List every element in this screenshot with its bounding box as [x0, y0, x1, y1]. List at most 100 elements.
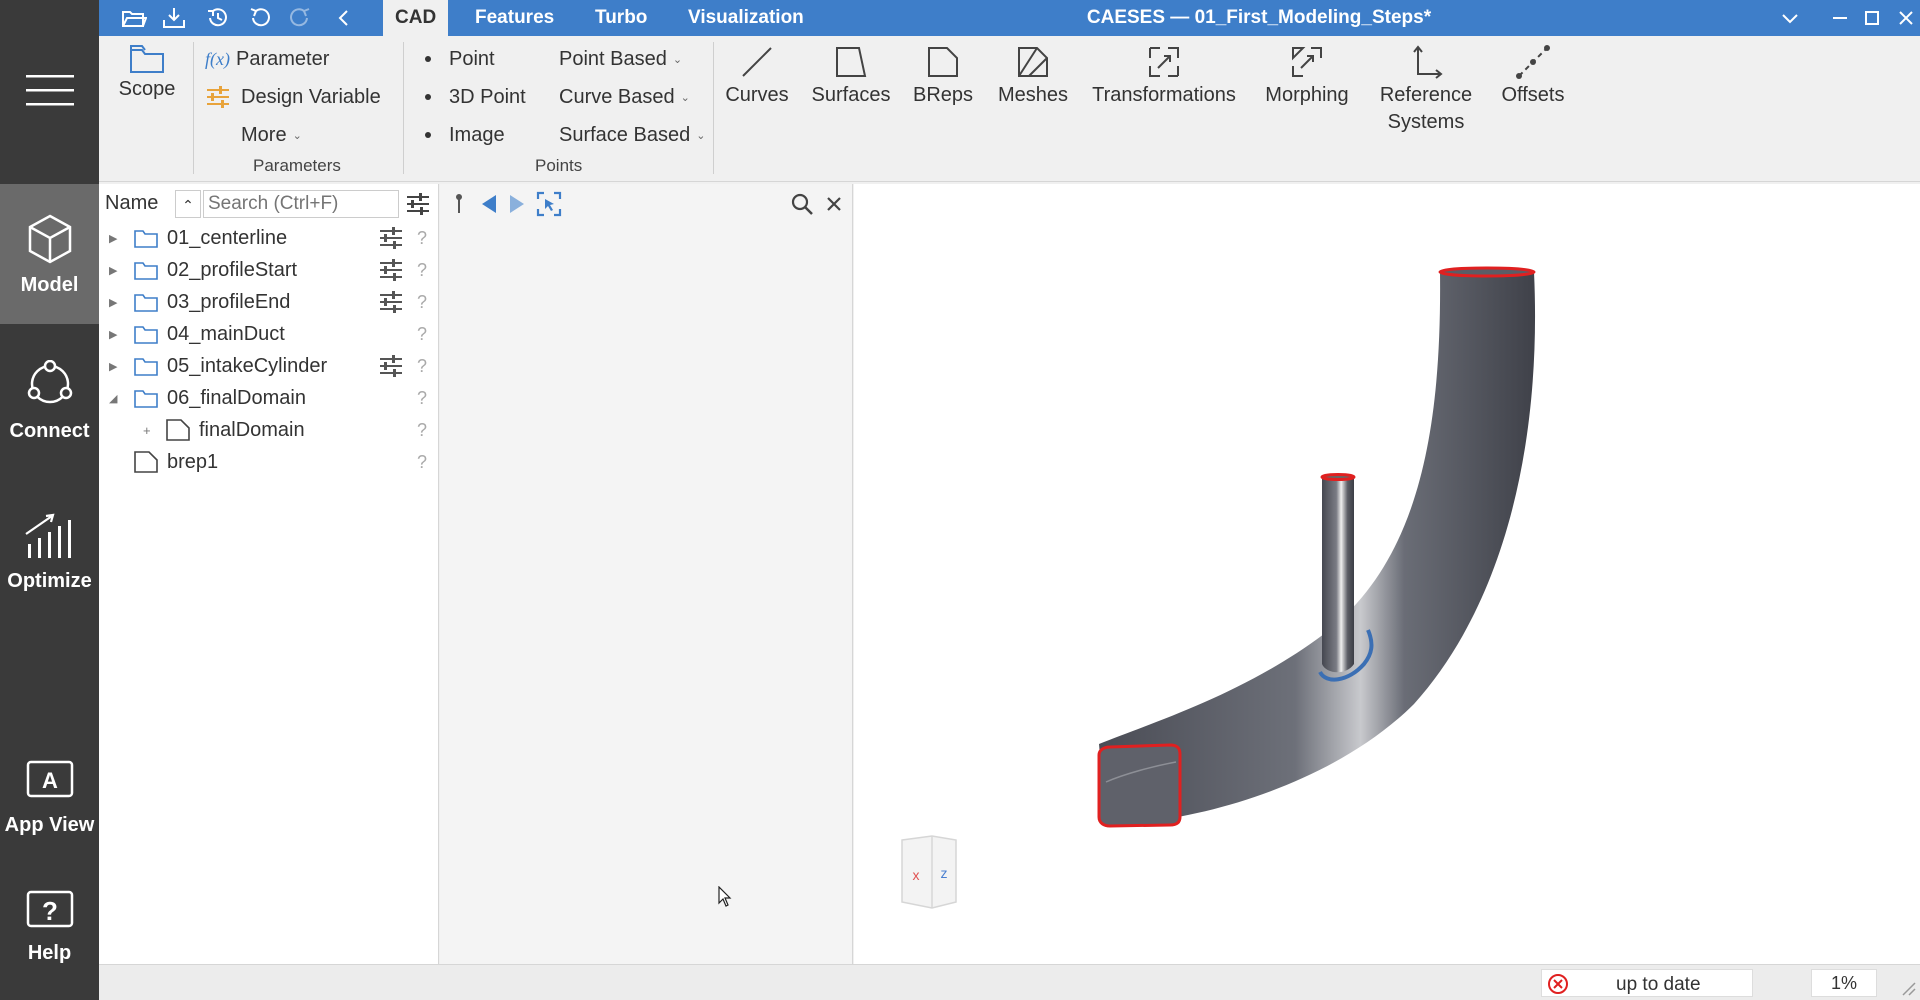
folder-icon [134, 230, 158, 248]
dropdown-chevron-icon[interactable] [1778, 6, 1802, 30]
close-icon[interactable] [824, 194, 844, 214]
folder-icon [134, 390, 158, 408]
minimize-icon[interactable] [1828, 6, 1852, 30]
progress-indicator: 1% [1811, 969, 1877, 997]
tree-row[interactable]: ▶ 02_profileStart ? [99, 254, 439, 286]
orientation-cube-icon[interactable]: x z [898, 834, 958, 912]
sliders-icon [380, 291, 402, 313]
back-chevron-icon[interactable] [331, 6, 357, 30]
parameter-button[interactable]: f(x) Parameter [205, 44, 329, 74]
transform-icon [1149, 47, 1179, 77]
save-icon[interactable] [161, 6, 187, 30]
help-mark: ? [417, 451, 428, 472]
help-mark: ? [417, 323, 428, 344]
design-variable-button[interactable]: Design Variable [205, 82, 381, 112]
morphing-button[interactable]: Morphing [1257, 44, 1357, 109]
sidebar-item-optimize[interactable]: Optimize [0, 510, 99, 610]
redo-icon[interactable] [287, 6, 313, 30]
surface-icon [836, 47, 867, 77]
scope-button[interactable]: Scope [119, 44, 175, 103]
tree-row[interactable]: ▶ 05_intakeCylinder ? [99, 350, 439, 382]
sort-button[interactable]: ⌃ [175, 190, 201, 218]
tree-row[interactable]: brep1 ? [99, 446, 439, 478]
expand-arrow-icon[interactable]: ▶ [109, 264, 117, 277]
transformations-button[interactable]: Transformations [1089, 44, 1239, 109]
offsets-button[interactable]: Offsets [1493, 44, 1573, 109]
chevron-down-icon: ⌄ [672, 53, 683, 66]
meshes-button[interactable]: Meshes [993, 44, 1073, 109]
pin-icon[interactable] [450, 192, 468, 216]
point-button[interactable]: Point [425, 44, 495, 74]
tree-row[interactable]: ▶ 01_centerline ? [99, 222, 439, 254]
expand-arrow-icon[interactable]: ▶ [109, 232, 117, 245]
search-input[interactable] [203, 190, 399, 218]
tree-row-label: brep1 [167, 450, 219, 473]
help-mark: ? [417, 355, 428, 376]
fx-icon: f(x) [205, 48, 230, 69]
tree-row[interactable]: ◢ 06_finalDomain ? [99, 382, 439, 414]
tab-visualization[interactable]: Visualization [676, 0, 816, 36]
help-mark: ? [417, 387, 428, 408]
menu-button[interactable] [0, 40, 99, 140]
resize-grip-icon[interactable] [1899, 979, 1917, 997]
breps-button[interactable]: BReps [911, 44, 975, 109]
sidebar-item-help[interactable]: ? Help [0, 890, 99, 990]
object-tree-panel: Name ⌃ ▶ 01_centerline ? ▶ 02_profileSta… [99, 184, 439, 964]
sidebar-item-label: Model [20, 274, 79, 296]
expand-arrow-icon[interactable]: ▶ [109, 360, 117, 373]
point-based-dropdown[interactable]: Point Based ⌄ [559, 44, 682, 74]
back-arrow-icon[interactable] [478, 192, 500, 216]
select-target-icon[interactable] [536, 191, 562, 217]
surfaces-button[interactable]: Surfaces [809, 44, 893, 109]
3d-viewport[interactable]: x z [854, 184, 1920, 964]
tree-row[interactable]: + finalDomain ? [99, 414, 439, 446]
open-folder-icon[interactable] [121, 6, 147, 30]
sidebar-item-app-view[interactable]: A App View [0, 760, 99, 860]
mouse-cursor-icon [718, 886, 732, 907]
3d-point-button[interactable]: 3D Point [425, 82, 526, 112]
close-window-icon[interactable] [1894, 6, 1918, 30]
tree-row[interactable]: ▶ 03_profileEnd ? [99, 286, 439, 318]
search-icon[interactable] [790, 192, 814, 216]
collapse-arrow-icon[interactable]: ◢ [109, 392, 117, 405]
more-dropdown[interactable]: More ⌄ [241, 120, 302, 150]
maximize-icon[interactable] [1860, 6, 1884, 30]
connect-icon [27, 360, 72, 404]
point-label: Point [449, 47, 495, 70]
curve-line-icon [742, 47, 772, 77]
duct-model[interactable] [854, 184, 1920, 964]
image-button[interactable]: Image [425, 120, 505, 150]
intake-cylinder-surface[interactable] [1322, 477, 1354, 673]
sidebar-item-connect[interactable]: Connect [0, 360, 99, 460]
expand-arrow-icon[interactable]: ▶ [109, 296, 117, 309]
expand-arrow-icon[interactable]: ▶ [109, 328, 117, 341]
chevron-down-icon: ⌄ [680, 91, 690, 104]
name-column-header[interactable]: Name [105, 192, 158, 215]
tab-turbo[interactable]: Turbo [583, 0, 659, 36]
status-box[interactable]: up to date [1541, 969, 1753, 997]
undo-icon[interactable] [247, 6, 273, 30]
ribbon-separator [403, 42, 404, 174]
tree-row-label: 06_finalDomain [167, 386, 306, 409]
tree-row-label: finalDomain [199, 418, 305, 441]
curves-button[interactable]: Curves [725, 44, 789, 109]
folder-icon [134, 294, 158, 312]
expand-plus-icon[interactable]: + [143, 423, 151, 438]
help-mark: ? [417, 227, 428, 248]
3d-point-label: 3D Point [449, 85, 526, 108]
mesh-icon [1018, 47, 1048, 77]
main-duct-surface[interactable] [1099, 272, 1536, 824]
surface-based-dropdown[interactable]: Surface Based ⌄ [559, 120, 705, 150]
brep-icon [928, 47, 958, 77]
curve-based-dropdown[interactable]: Curve Based ⌄ [559, 82, 690, 112]
reference-systems-button[interactable]: Reference Systems [1371, 44, 1481, 136]
sidebar-item-model[interactable]: Model [0, 184, 99, 324]
forward-arrow-icon[interactable] [506, 192, 528, 216]
sliders-icon [380, 259, 402, 281]
inlet-face [1097, 743, 1182, 828]
history-icon[interactable] [205, 6, 231, 30]
tab-cad[interactable]: CAD [383, 0, 449, 36]
tab-features[interactable]: Features [463, 0, 566, 36]
tree-row[interactable]: ▶ 04_mainDuct ? [99, 318, 439, 350]
filter-sliders-icon[interactable] [405, 192, 431, 216]
